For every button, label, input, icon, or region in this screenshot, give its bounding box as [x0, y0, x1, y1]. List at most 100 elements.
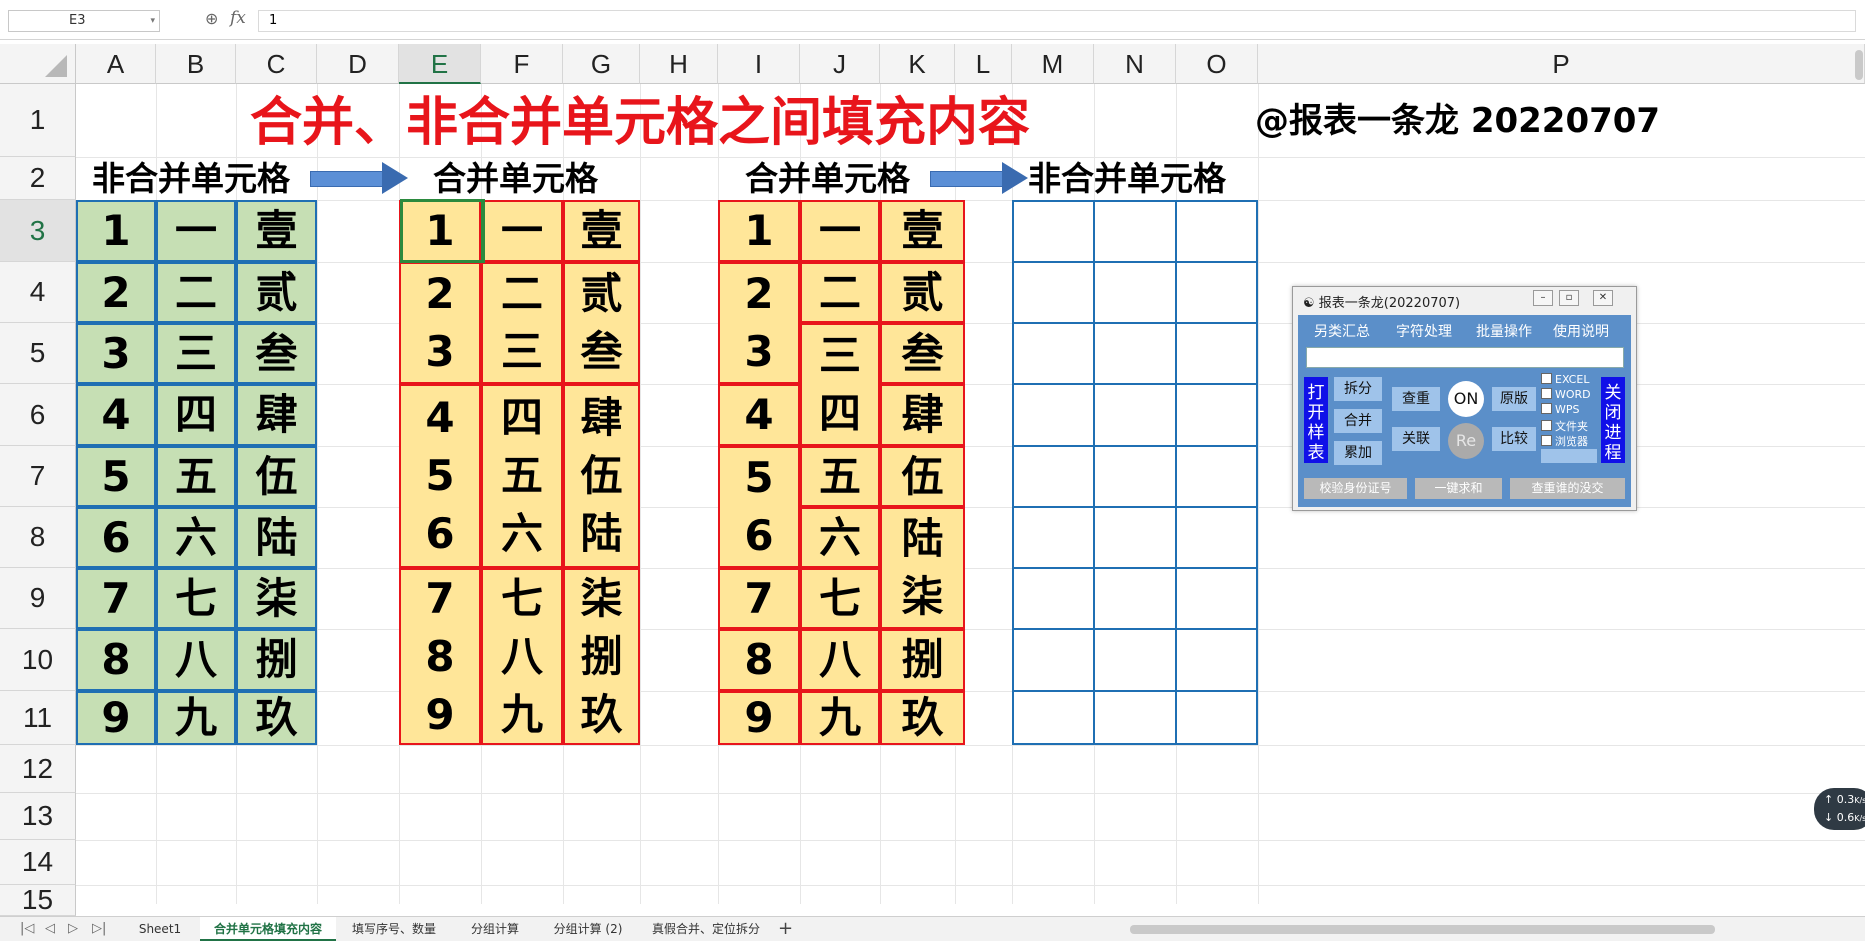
accumulate-button[interactable]: 累加: [1334, 441, 1382, 465]
table-cell[interactable]: 捌: [236, 629, 317, 691]
chevron-down-icon[interactable]: ▾: [150, 11, 155, 31]
merged-cell[interactable]: 一: [481, 200, 563, 262]
vertical-scrollbar[interactable]: [1855, 50, 1863, 80]
add-sheet-icon[interactable]: +: [778, 918, 793, 939]
label-non-merged-source[interactable]: 非合并单元格: [92, 157, 290, 201]
sheet-tab[interactable]: Sheet1: [122, 917, 198, 941]
merged-cell[interactable]: 肆伍陆: [563, 384, 640, 568]
merge-button[interactable]: 合并: [1334, 409, 1382, 433]
column-header-k[interactable]: K: [880, 44, 955, 84]
merged-cell[interactable]: 1: [718, 200, 800, 262]
prev-sheet-icon[interactable]: ◁: [45, 921, 55, 936]
table-cell[interactable]: 8: [76, 629, 156, 691]
row-header-5[interactable]: 5: [0, 323, 76, 384]
checkbox-wps[interactable]: WPS: [1541, 403, 1580, 416]
magnifier-icon[interactable]: ⊕: [205, 9, 218, 28]
table-cell[interactable]: 3: [76, 323, 156, 384]
horizontal-scrollbar[interactable]: [1130, 925, 1715, 934]
close-icon[interactable]: ✕: [1593, 290, 1613, 306]
merged-cell[interactable]: 伍: [880, 446, 965, 507]
open-sample-button[interactable]: 打开样表: [1304, 377, 1328, 463]
table-cell[interactable]: 肆: [236, 384, 317, 446]
merged-cell[interactable]: 陆柒: [880, 507, 965, 629]
merged-cell[interactable]: 叁: [880, 323, 965, 384]
merged-cell[interactable]: 23: [718, 262, 800, 384]
merged-cell[interactable]: 柒捌玖: [563, 568, 640, 745]
first-sheet-icon[interactable]: |◁: [20, 921, 34, 936]
minimize-icon[interactable]: –: [1533, 290, 1553, 306]
checkbox-folder[interactable]: 文件夹: [1541, 418, 1588, 434]
close-process-button[interactable]: 关闭进程: [1601, 377, 1625, 463]
column-header-g[interactable]: G: [563, 44, 640, 84]
table-cell[interactable]: 伍: [236, 446, 317, 507]
table-cell[interactable]: 5: [76, 446, 156, 507]
column-header-p[interactable]: P: [1258, 44, 1865, 84]
merged-cell[interactable]: 捌: [880, 629, 965, 691]
one-click-sum-button[interactable]: 一键求和: [1415, 478, 1502, 499]
merged-cell[interactable]: 六: [800, 507, 880, 568]
table-cell[interactable]: 一: [156, 200, 236, 262]
column-header-m[interactable]: M: [1012, 44, 1094, 84]
merged-cell[interactable]: 贰叁: [563, 262, 640, 384]
table-cell[interactable]: 4: [76, 384, 156, 446]
table-cell[interactable]: 四: [156, 384, 236, 446]
table-cell[interactable]: 九: [156, 691, 236, 745]
table-cell[interactable]: 1: [76, 200, 156, 262]
table-cell[interactable]: 五: [156, 446, 236, 507]
table-cell[interactable]: 陆: [236, 507, 317, 568]
row-header-4[interactable]: 4: [0, 262, 76, 323]
sheet-title[interactable]: 合并、非合并单元格之间填充内容: [200, 88, 1080, 158]
merged-cell[interactable]: 7 8 9: [399, 568, 481, 745]
merged-cell[interactable]: 7: [718, 568, 800, 629]
merged-cell[interactable]: 玖: [880, 691, 965, 745]
sheet-tab[interactable]: 分组计算: [452, 917, 538, 941]
merged-cell[interactable]: 五: [800, 446, 880, 507]
column-header-d[interactable]: D: [317, 44, 399, 84]
table-cell[interactable]: 柒: [236, 568, 317, 629]
split-button[interactable]: 拆分: [1334, 377, 1382, 401]
merged-cell[interactable]: 8: [718, 629, 800, 691]
reset-button[interactable]: Re: [1448, 423, 1484, 459]
menu-help[interactable]: 使用说明: [1553, 321, 1609, 341]
original-button[interactable]: 原版: [1492, 387, 1536, 411]
author-note[interactable]: @报表一条龙 20220707: [1255, 98, 1660, 144]
column-header-n[interactable]: N: [1094, 44, 1176, 84]
last-sheet-icon[interactable]: ▷|: [92, 921, 106, 936]
next-sheet-icon[interactable]: ▷: [68, 921, 78, 936]
row-header-15[interactable]: 15: [0, 884, 76, 916]
table-cell[interactable]: 9: [76, 691, 156, 745]
column-header-h[interactable]: H: [640, 44, 718, 84]
row-header-6[interactable]: 6: [0, 384, 76, 446]
validate-id-button[interactable]: 校验身份证号: [1304, 478, 1407, 499]
checkbox-word[interactable]: WORD: [1541, 388, 1591, 401]
row-header-8[interactable]: 8: [0, 507, 76, 568]
table-cell[interactable]: 7: [76, 568, 156, 629]
sheet-tab[interactable]: 分组计算 (2): [540, 917, 636, 941]
table-cell[interactable]: 6: [76, 507, 156, 568]
table-cell[interactable]: 七: [156, 568, 236, 629]
column-header-e[interactable]: E: [399, 44, 481, 84]
table-cell[interactable]: 六: [156, 507, 236, 568]
dedupe-button[interactable]: 查重: [1392, 387, 1440, 411]
select-all-corner[interactable]: [0, 44, 76, 84]
menu-string-processing[interactable]: 字符处理: [1396, 321, 1452, 341]
row-header-11[interactable]: 11: [0, 691, 76, 745]
menu-batch-operations[interactable]: 批量操作: [1476, 321, 1532, 341]
column-header-o[interactable]: O: [1176, 44, 1258, 84]
formula-input[interactable]: 1: [258, 10, 1856, 32]
row-header-13[interactable]: 13: [0, 793, 76, 840]
menu-alt-summary[interactable]: 另类汇总: [1314, 321, 1370, 341]
row-header-1[interactable]: 1: [0, 84, 76, 157]
merged-cell[interactable]: 八: [800, 629, 880, 691]
maximize-icon[interactable]: ▫: [1559, 290, 1579, 306]
checkbox-browser[interactable]: 浏览器: [1541, 433, 1588, 449]
table-cell[interactable]: 叁: [236, 323, 317, 384]
table-cell[interactable]: 八: [156, 629, 236, 691]
merged-cell[interactable]: 七: [800, 568, 880, 629]
merged-cell[interactable]: 四五六: [481, 384, 563, 568]
merged-cell[interactable]: 23: [399, 262, 481, 384]
merged-cell[interactable]: 壹: [880, 200, 965, 262]
merged-cell[interactable]: 56: [718, 446, 800, 568]
merged-cell[interactable]: 4: [718, 384, 800, 446]
on-toggle[interactable]: ON: [1448, 381, 1484, 417]
